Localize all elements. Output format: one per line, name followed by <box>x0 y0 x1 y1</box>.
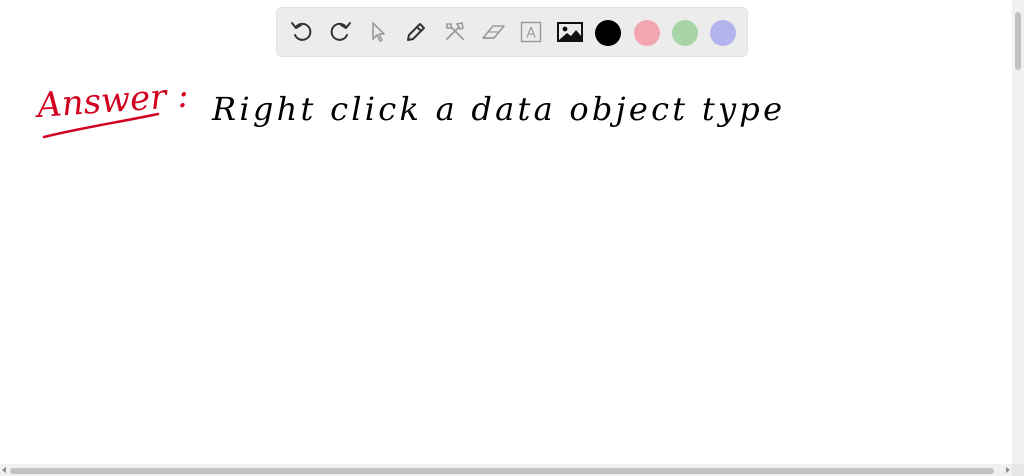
scroll-left-arrow-icon[interactable] <box>2 467 6 473</box>
horizontal-scrollbar[interactable] <box>0 464 1012 476</box>
vertical-scrollbar-thumb[interactable] <box>1015 12 1021 70</box>
scroll-right-arrow-icon[interactable] <box>1006 467 1010 473</box>
horizontal-scrollbar-thumb[interactable] <box>10 468 994 474</box>
answer-text: Right click a data object type <box>211 90 782 128</box>
whiteboard-canvas[interactable]: A Answer : Right click a data object typ… <box>0 0 1012 464</box>
vertical-scrollbar[interactable] <box>1012 0 1024 464</box>
scrollbar-corner <box>1012 464 1024 476</box>
answer-label: Answer : <box>33 75 190 126</box>
handwriting-layer: Answer : Right click a data object type <box>33 75 782 139</box>
